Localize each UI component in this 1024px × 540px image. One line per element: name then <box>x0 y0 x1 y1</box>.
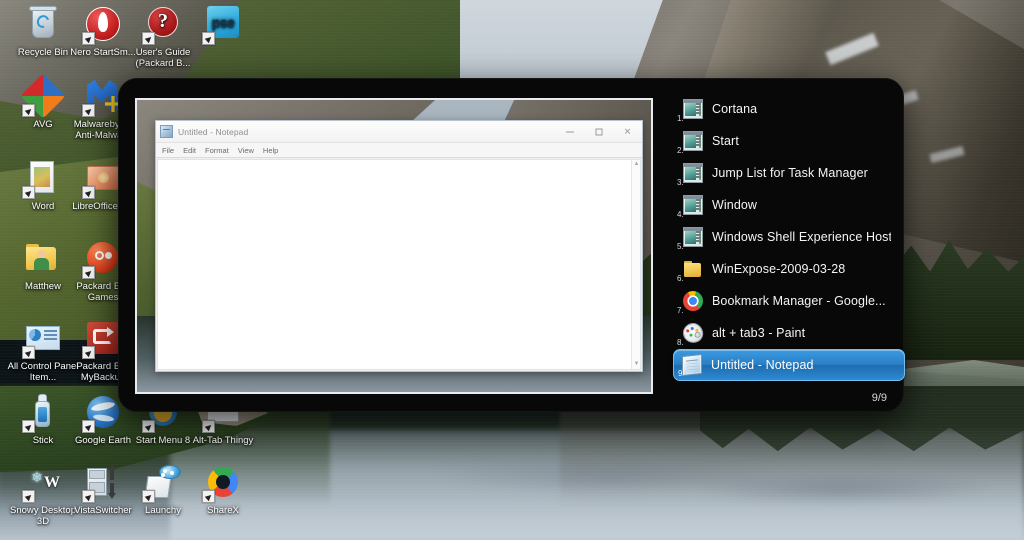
sharex-icon <box>202 462 243 503</box>
avg-icon <box>20 73 66 119</box>
shortcut-arrow-icon <box>142 420 155 433</box>
pse-icon: pse <box>202 4 243 45</box>
cpanel-icon <box>22 318 63 359</box>
minimize-button[interactable] <box>555 121 584 142</box>
notepad-menubar: File Edit Format View Help <box>156 143 642 158</box>
shortcut-arrow-icon <box>82 104 95 117</box>
launchy-icon <box>142 462 183 503</box>
mybackup-icon <box>82 318 123 359</box>
task-label: Jump List for Task Manager <box>712 166 868 180</box>
desktop-icon-label: Alt-Tab Thingy <box>192 435 254 446</box>
shortcut-arrow-icon <box>82 420 95 433</box>
recycle-icon <box>23 4 63 44</box>
shortcut-arrow-icon <box>22 420 35 433</box>
task-counter: 9/9 <box>871 392 887 404</box>
task-item[interactable]: 8. alt + tab3 - Paint <box>675 317 891 349</box>
notepad-menu-help[interactable]: Help <box>263 146 278 155</box>
task-index: 8. <box>677 338 684 347</box>
shortcut-arrow-icon <box>202 420 215 433</box>
help-icon: ? <box>142 4 183 45</box>
window-icon <box>683 163 703 183</box>
shortcut-arrow-icon <box>22 490 35 503</box>
notepad-icon <box>160 125 173 138</box>
desktop-icon-label: ShareX <box>207 505 239 516</box>
desktop-icon-label: User's Guide (Packard B... <box>135 47 191 69</box>
window-icon <box>683 99 703 119</box>
gearth-icon <box>82 392 123 433</box>
desktop-icon-pse[interactable]: pse <box>184 4 262 47</box>
window-icon <box>683 131 703 151</box>
task-item[interactable]: 6. WinExpose-2009-03-28 <box>675 253 891 285</box>
shortcut-arrow-icon <box>22 104 35 117</box>
notepad-menu-file[interactable]: File <box>162 146 174 155</box>
notepad-menu-edit[interactable]: Edit <box>183 146 196 155</box>
userfolder-icon <box>23 238 63 278</box>
task-item[interactable]: 7. Bookmark Manager - Google... <box>675 285 891 317</box>
mbam-icon <box>82 76 123 117</box>
desktop-icon-sharex[interactable]: ShareX <box>184 462 262 516</box>
shortcut-arrow-icon <box>202 32 215 45</box>
window-icon <box>683 195 703 215</box>
task-list: 1. Cortana 2. Start 3. Jump List for Task Man… <box>673 93 905 381</box>
task-label: Bookmark Manager - Google... <box>712 294 886 308</box>
shortcut-arrow-icon <box>142 490 155 503</box>
vista-icon <box>82 462 123 503</box>
notepad-title-text: Untitled - Notepad <box>178 126 249 137</box>
task-item[interactable]: 1. Cortana <box>675 93 891 125</box>
task-label: Untitled - Notepad <box>711 358 814 372</box>
task-label: Cortana <box>712 102 758 116</box>
shortcut-arrow-icon <box>202 490 215 503</box>
notepad-window[interactable]: Untitled - Notepad ✕ File Edit Format View H… <box>155 120 643 372</box>
task-item[interactable]: 5. Windows Shell Experience Host <box>675 221 891 253</box>
shortcut-arrow-icon <box>82 266 95 279</box>
scroll-up-icon[interactable]: ▲ <box>632 160 641 169</box>
task-label: Start <box>712 134 739 148</box>
stick-icon <box>22 392 63 433</box>
paint-icon <box>680 320 706 346</box>
task-item[interactable]: 3. Jump List for Task Manager <box>675 157 891 189</box>
word-icon <box>22 158 63 199</box>
task-label: WinExpose-2009-03-28 <box>712 262 846 276</box>
notepad-text-area[interactable]: ▲ ▼ <box>157 159 641 370</box>
task-item[interactable]: 4. Window <box>675 189 891 221</box>
scroll-down-icon[interactable]: ▼ <box>632 360 641 369</box>
pbgames-icon <box>82 238 123 279</box>
shortcut-arrow-icon <box>142 32 155 45</box>
folder-icon <box>683 259 703 279</box>
snowy-icon: ❄ W <box>22 462 63 503</box>
notepad-titlebar[interactable]: Untitled - Notepad ✕ <box>156 121 642 143</box>
shortcut-arrow-icon <box>22 186 35 199</box>
window-preview-thumbnail[interactable]: Untitled - Notepad ✕ File Edit Format View H… <box>135 98 653 394</box>
shortcut-arrow-icon <box>82 32 95 45</box>
shortcut-arrow-icon <box>82 490 95 503</box>
task-label: alt + tab3 - Paint <box>712 326 806 340</box>
libre-icon <box>82 158 123 199</box>
notepad-menu-view[interactable]: View <box>238 146 254 155</box>
chrome-icon <box>683 291 703 311</box>
task-label: Windows Shell Experience Host <box>712 230 891 244</box>
notepad-menu-format[interactable]: Format <box>205 146 229 155</box>
shortcut-arrow-icon <box>82 186 95 199</box>
notepad-scrollbar[interactable]: ▲ ▼ <box>631 160 640 369</box>
shortcut-arrow-icon <box>82 346 95 359</box>
maximize-button[interactable] <box>584 121 613 142</box>
close-button[interactable]: ✕ <box>613 121 642 142</box>
task-label: Window <box>712 198 758 212</box>
alt-tab-switcher-panel: Untitled - Notepad ✕ File Edit Format View H… <box>118 78 905 412</box>
shortcut-arrow-icon <box>22 346 35 359</box>
window-icon <box>683 227 703 247</box>
task-item-selected[interactable]: 9.Untitled - Notepad <box>673 349 905 381</box>
notepad-window-controls: ✕ <box>555 121 642 142</box>
nero-icon <box>82 4 123 45</box>
task-item[interactable]: 2. Start <box>675 125 891 157</box>
task-index: 7. <box>677 306 684 315</box>
notepad-icon <box>682 353 702 377</box>
close-icon: ✕ <box>623 126 632 136</box>
